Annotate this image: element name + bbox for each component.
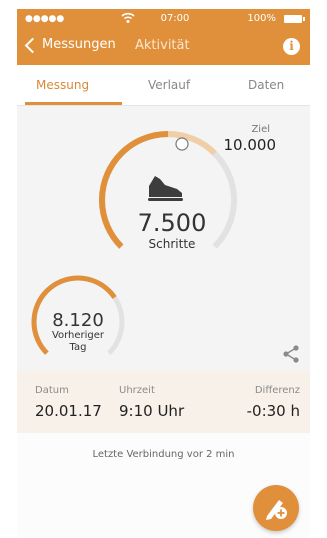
navigation-bar: Messungen Aktivität i — [17, 29, 310, 65]
active-tab-indicator — [25, 102, 122, 105]
previous-day-label-line2: Tag — [69, 342, 87, 353]
shoe-icon — [148, 176, 183, 201]
difference-cell: Differenz -0:30 h — [247, 385, 300, 420]
difference-label: Differenz — [254, 385, 300, 396]
tab-daten[interactable]: Daten — [248, 78, 284, 92]
wifi-icon — [121, 11, 135, 28]
add-measurement-button[interactable] — [253, 485, 299, 531]
tab-verlauf[interactable]: Verlauf — [148, 78, 190, 92]
last-connection-text: Letzte Verbindung vor 2 min — [92, 449, 235, 460]
time-value: 9:10 Uhr — [119, 402, 185, 420]
signal-indicator: ●●●●● — [25, 14, 65, 24]
time-cell: Uhrzeit 9:10 Uhr — [119, 385, 184, 420]
back-label: Messungen — [42, 37, 116, 52]
page-title: Aktivität — [135, 38, 190, 53]
share-icon[interactable] — [283, 345, 299, 363]
previous-day-value: 8.120 — [52, 310, 104, 331]
add-measurement-icon — [266, 500, 287, 520]
date-cell: Datum 20.01.17 — [35, 385, 102, 420]
goal-label: Ziel — [251, 124, 270, 135]
footer: Letzte Verbindung vor 2 min — [17, 433, 310, 538]
tab-bar: Messung Verlauf Daten — [17, 65, 310, 106]
steps-label: Schritte — [148, 237, 196, 251]
previous-day-label: Vorheriger Tag — [43, 330, 113, 354]
back-button[interactable]: Messungen — [24, 37, 116, 53]
app-screen: ●●●●● 07:00 100% Messungen Aktivität i M… — [17, 9, 310, 538]
steps-value: 7.500 — [137, 209, 207, 237]
date-value: 20.01.17 — [35, 402, 102, 420]
measurement-details: Datum 20.01.17 Uhrzeit 9:10 Uhr Differen… — [17, 371, 310, 433]
info-icon[interactable]: i — [283, 38, 300, 55]
battery-percent: 100% — [247, 13, 276, 24]
battery-icon — [284, 15, 305, 23]
time-label: Uhrzeit — [119, 385, 155, 396]
status-time: 07:00 — [160, 13, 190, 24]
goal-value: 10.000 — [223, 136, 277, 154]
tab-messung[interactable]: Messung — [36, 78, 89, 92]
previous-day-label-line1: Vorheriger — [51, 330, 105, 341]
back-chevron-icon — [24, 37, 41, 53]
date-label: Datum — [35, 385, 69, 396]
steps-ring-handle[interactable] — [175, 137, 189, 151]
measurement-panel: Ziel 10.000 7.500 Schritte 8.120 Vorheri… — [17, 106, 310, 371]
difference-value: -0:30 h — [246, 402, 300, 420]
status-bar: ●●●●● 07:00 100% — [17, 9, 310, 29]
